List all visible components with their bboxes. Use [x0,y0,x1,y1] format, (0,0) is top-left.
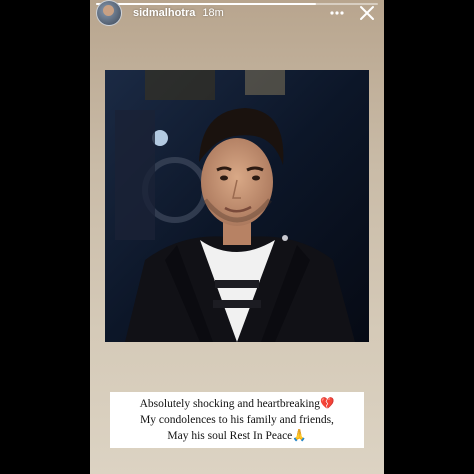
caption-line: May his soul Rest In Peace🙏 [167,430,307,442]
caption-line: Absolutely shocking and heartbreaking💔 [139,398,335,410]
story-photo [105,70,369,342]
story-header: sidmalhotra 18m [96,0,378,26]
story-caption: Absolutely shocking and heartbreaking💔 M… [110,392,364,448]
close-icon[interactable] [356,2,378,24]
username[interactable]: sidmalhotra [133,7,195,19]
avatar[interactable] [96,0,122,26]
story-viewer[interactable]: sidmalhotra 18m Absolutely shocking and … [90,0,384,474]
more-horizontal-icon[interactable] [326,2,348,24]
caption-line: My condolences to his family and friends… [140,414,334,426]
story-time: 18m [202,7,224,19]
